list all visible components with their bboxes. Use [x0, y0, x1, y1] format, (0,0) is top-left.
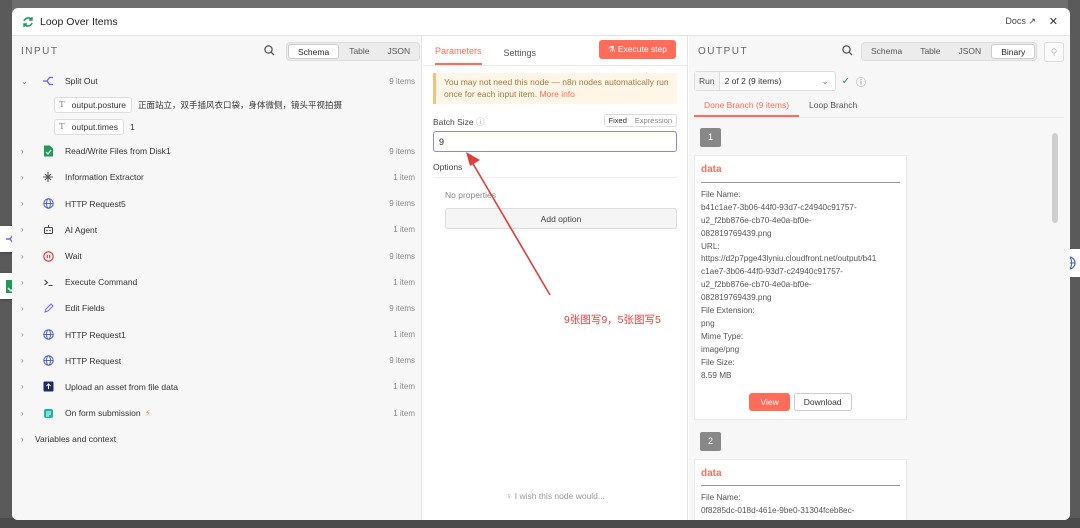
- annotation-arrow: [466, 152, 551, 296]
- annotation-text: 9张图写9，5张图写5: [564, 314, 661, 326]
